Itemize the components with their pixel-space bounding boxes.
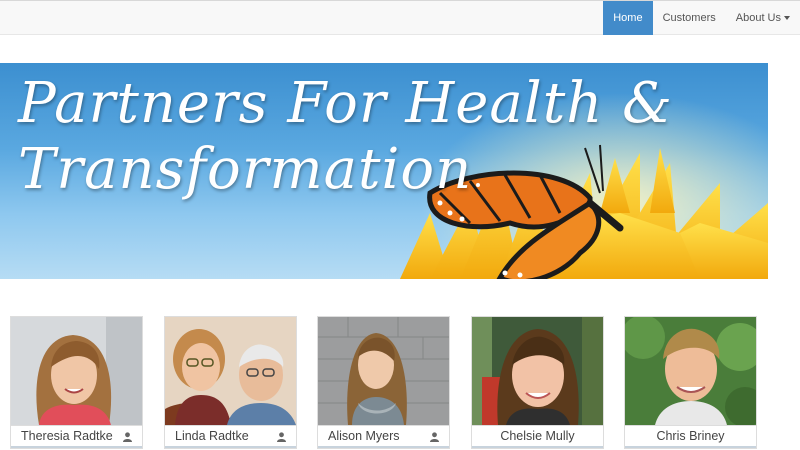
nav-home-link[interactable]: Home — [603, 1, 653, 35]
banner-title-line-2: Transformation — [18, 137, 473, 202]
user-icon — [277, 432, 286, 442]
member-name-bar: Alison Myers — [318, 425, 449, 448]
banner-title: Partners For Health & Transformation — [18, 71, 673, 203]
member-photo — [472, 317, 603, 425]
team-card[interactable]: Theresia Radtke — [10, 316, 143, 449]
banner-title-line-1: Partners For Health & — [18, 71, 673, 136]
hero-banner: Partners For Health & Transformation — [0, 63, 768, 279]
member-photo — [318, 317, 449, 425]
member-photo — [11, 317, 142, 425]
member-name-bar: Theresia Radtke — [11, 425, 142, 448]
member-photo — [625, 317, 756, 425]
nav-menu: Home Customers About Us — [603, 1, 800, 35]
team-card[interactable]: Alison Myers — [317, 316, 450, 449]
caret-down-icon — [784, 16, 790, 21]
member-photo — [165, 317, 296, 425]
team-card[interactable]: Chris Briney — [624, 316, 757, 449]
team-card[interactable]: Linda Radtke — [164, 316, 297, 449]
team-card[interactable]: Chelsie Mully — [471, 316, 604, 449]
top-navbar: Home Customers About Us — [0, 0, 800, 35]
member-name: Chelsie Mully — [500, 429, 575, 443]
nav-about-dropdown[interactable]: About Us — [726, 1, 800, 35]
nav-about-label: About Us — [735, 12, 781, 24]
team-grid: Theresia Radtke Linda Radtke Alison Myer… — [10, 316, 790, 450]
member-name-bar: Linda Radtke — [165, 425, 296, 448]
member-name: Chris Briney — [656, 429, 725, 443]
user-icon — [123, 432, 132, 442]
member-name-bar: Chelsie Mully — [472, 425, 603, 448]
user-icon — [430, 432, 439, 442]
nav-customers-link[interactable]: Customers — [653, 1, 726, 35]
member-name-bar: Chris Briney — [625, 425, 756, 448]
